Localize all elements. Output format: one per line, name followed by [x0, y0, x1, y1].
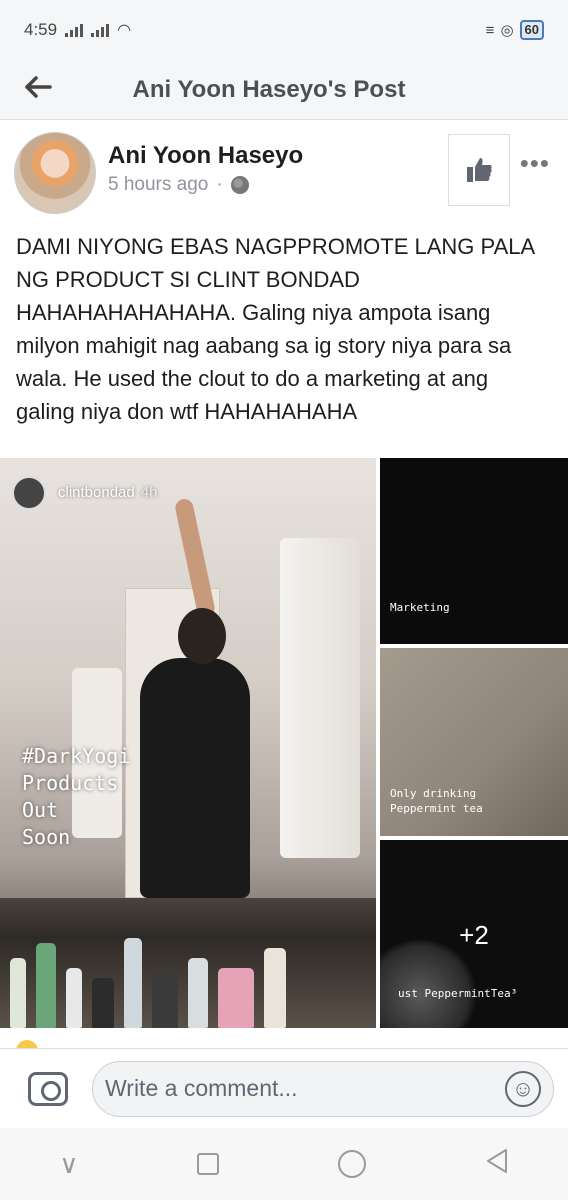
- page-title: Ani Yoon Haseyo's Post: [132, 75, 406, 103]
- photo-towel-right: [280, 538, 360, 858]
- ig-username-text: clintbondad: [58, 484, 135, 501]
- avatar[interactable]: [14, 132, 96, 214]
- photo-person-head: [178, 608, 226, 664]
- battery-icon: 60: [519, 20, 544, 40]
- vibrate-icon: ≡: [485, 21, 495, 39]
- ig-username: clintbondad 4h: [58, 484, 157, 501]
- signal-icon-2: [91, 23, 110, 37]
- nav-bar: Ani Yoon Haseyo's Post: [0, 60, 568, 120]
- signal-icon: [65, 23, 84, 37]
- comment-input[interactable]: Write a comment... ☺: [92, 1060, 554, 1117]
- more-options-icon[interactable]: •••: [520, 148, 550, 179]
- chevron-down-icon[interactable]: ∨: [59, 1149, 78, 1180]
- post-body-text: DAMI NIYONG EBAS NAGPPROMOTE LANG PALA N…: [16, 234, 534, 424]
- caption-line: Out: [22, 798, 59, 822]
- status-time: 4:59: [24, 20, 58, 39]
- meta-separator: ·: [216, 174, 223, 195]
- caption-line: Products: [22, 771, 119, 795]
- ig-avatar: [12, 476, 46, 510]
- comment-placeholder: Write a comment...: [105, 1075, 298, 1101]
- caption-line: Soon: [22, 825, 71, 849]
- caption-line: #DarkYogi: [22, 744, 131, 768]
- main-photo[interactable]: clintbondad 4h #DarkYogi Products Out Soo…: [0, 458, 376, 1028]
- home-icon[interactable]: [337, 1150, 366, 1178]
- back-arrow-icon[interactable]: [24, 75, 64, 105]
- comment-bar: Write a comment... ☺: [0, 1048, 568, 1128]
- smiley-icon[interactable]: ☺: [505, 1070, 541, 1107]
- ig-time: 4h: [140, 484, 158, 501]
- photo-gallery: clintbondad 4h #DarkYogi Products Out Soo…: [0, 458, 568, 1030]
- author-name[interactable]: Ani Yoon Haseyo: [108, 142, 303, 170]
- thumb-caption-line: Peppermint tea: [390, 802, 483, 815]
- thumbnail-photo-2[interactable]: Only drinking Peppermint tea: [380, 648, 568, 836]
- thumb-caption: Only drinking Peppermint tea: [390, 786, 483, 816]
- more-photos-count: +2: [459, 920, 489, 950]
- post-timestamp[interactable]: 5 hours ago: [108, 174, 208, 196]
- thumb-caption: ust PeppermintTea³: [398, 987, 518, 1000]
- like-button[interactable]: [448, 134, 510, 206]
- photo-glow: [380, 940, 480, 1028]
- back-triangle-icon[interactable]: [485, 1148, 509, 1181]
- post-header: Ani Yoon Haseyo 5 hours ago · •••: [0, 120, 568, 218]
- recents-icon[interactable]: [197, 1153, 220, 1175]
- photo-caption: #DarkYogi Products Out Soon: [22, 743, 130, 851]
- camera-icon[interactable]: [28, 1071, 68, 1106]
- thumbnail-photo-3[interactable]: +2 ust PeppermintTea³: [380, 840, 568, 1028]
- status-bar: 4:59 ◠ ≡ ◎ 60: [0, 0, 568, 60]
- globe-icon: [230, 176, 249, 194]
- lock-rotation-icon: ◎: [500, 22, 514, 39]
- thumbnail-photo-1[interactable]: Marketing: [380, 458, 568, 644]
- thumb-caption: Marketing: [390, 601, 450, 614]
- system-nav-bar: ∨: [0, 1128, 568, 1200]
- photo-person: [140, 658, 250, 898]
- wifi-icon: ◠: [117, 22, 132, 39]
- photo-bottles: [0, 918, 376, 1028]
- thumbs-up-icon: [467, 158, 492, 182]
- thumb-caption-line: Only drinking: [390, 787, 477, 800]
